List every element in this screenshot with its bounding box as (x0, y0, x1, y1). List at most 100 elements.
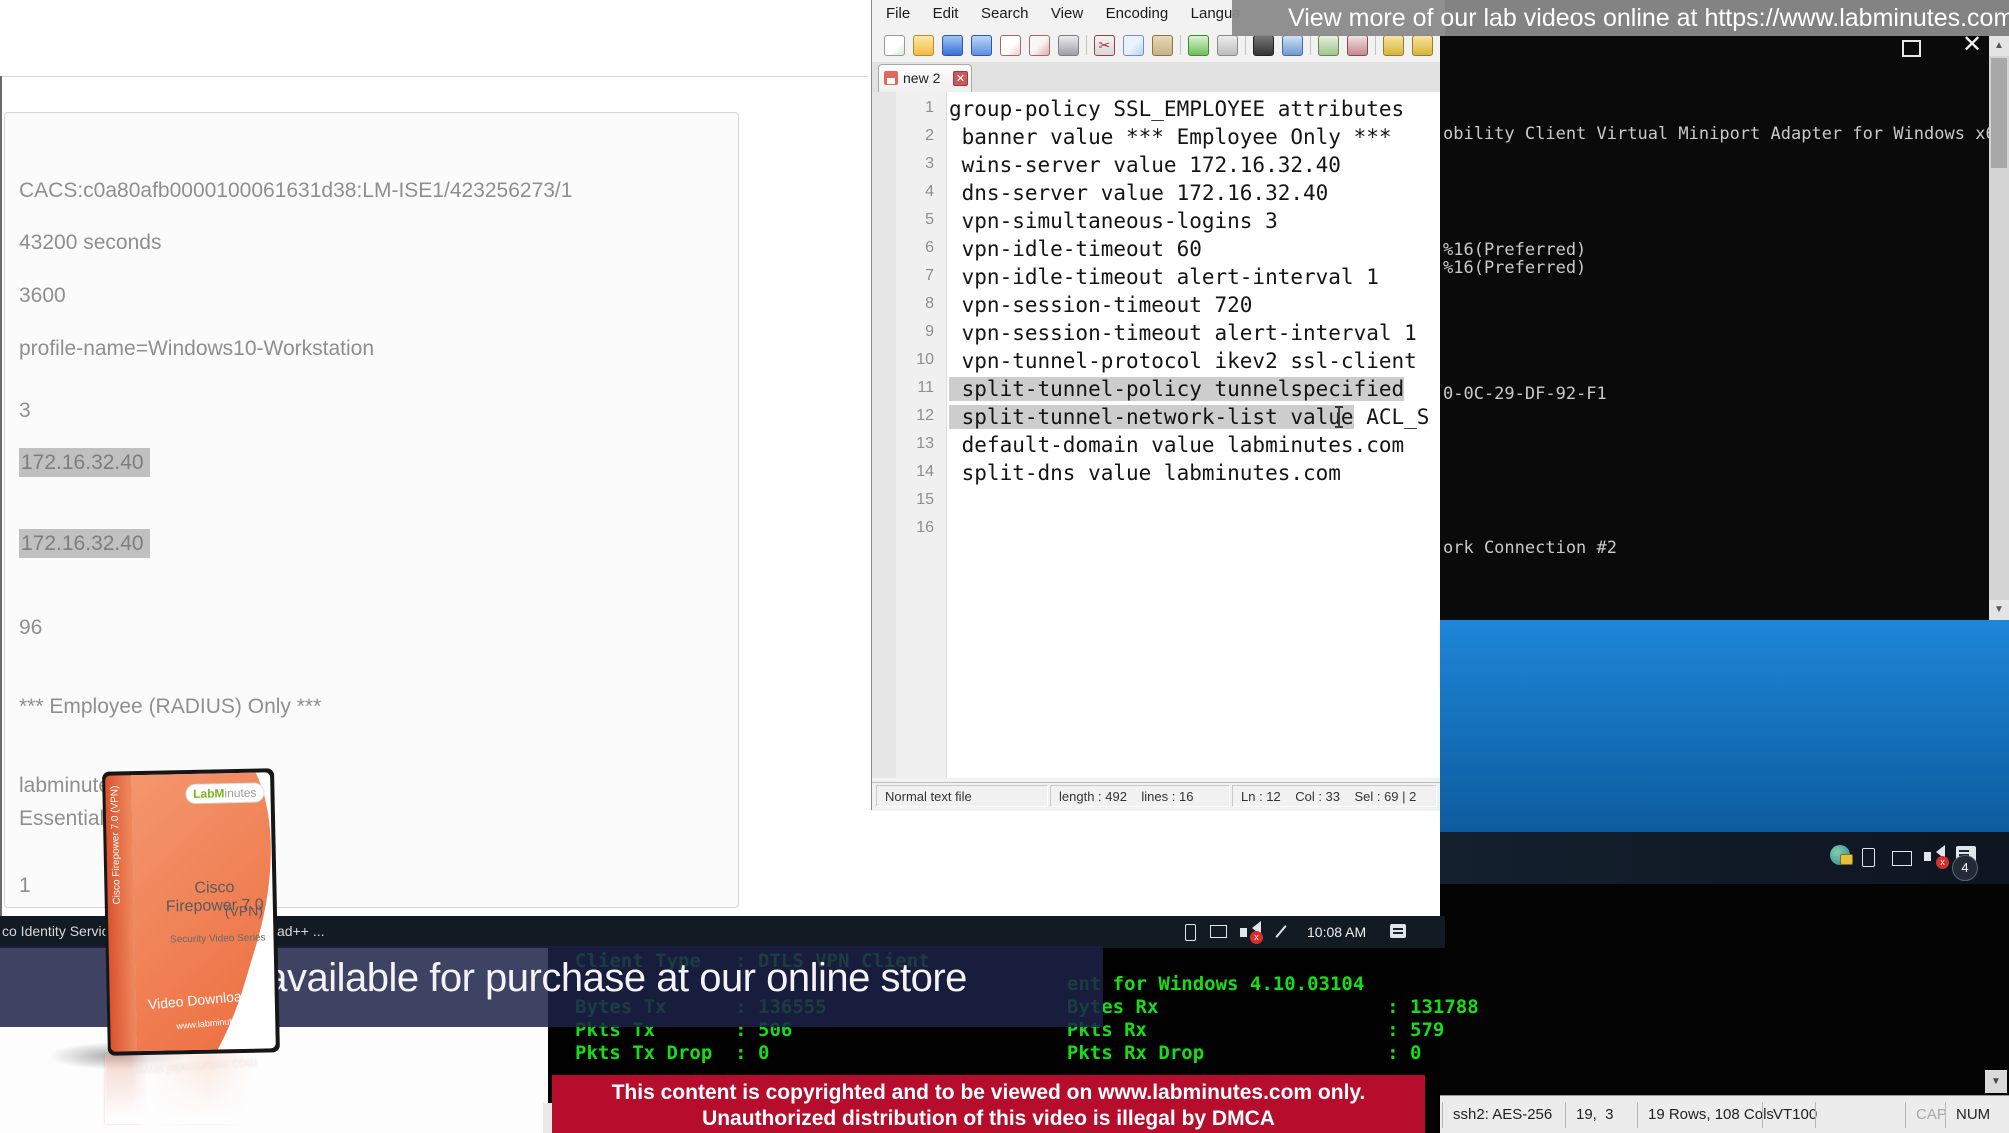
dmca-line1: This content is copyrighted and to be vi… (552, 1081, 1425, 1105)
code-line: 6 vpn-idle-timeout 60 (872, 236, 1441, 264)
dvd-front-cover: LabMinutes Cisco Firepower 7.0 (VPN) Sec… (131, 772, 276, 1051)
print-icon[interactable] (1058, 35, 1079, 56)
dvd-box: Cisco Firepower 7.0 (VPN) LabMinutes Cis… (102, 768, 280, 1060)
close-all-icon[interactable] (1029, 35, 1050, 56)
screen: CACS:c0a80afb0000100061631d38:LM-ISE1/42… (0, 0, 2009, 1133)
statusbar: Normal text file length : 492 lines : 16… (872, 782, 1441, 811)
tab-close-icon[interactable]: ✕ (953, 71, 968, 86)
save-icon[interactable] (942, 35, 963, 56)
undo-icon[interactable] (1188, 35, 1209, 56)
status-position: Ln : 12 Col : 33 Sel : 69 | 2 (1232, 785, 1437, 807)
code-line: 2 banner value *** Employee Only *** (872, 124, 1441, 152)
copy-icon[interactable] (1123, 35, 1144, 56)
securecrt-statusbar: ssh2: AES-256 19, 3 19 Rows, 108 Cols VT… (1440, 1095, 2009, 1133)
tab-label: new 2 (903, 70, 940, 86)
status-doctype: Normal text file (876, 785, 1048, 807)
pen-input-icon[interactable] (1280, 924, 1282, 939)
cmd-conn-line: ork Connection #2 (1443, 538, 1617, 558)
ise-banner-value: *** Employee (RADIUS) Only *** (19, 695, 321, 719)
cut-icon[interactable]: ✂ (1094, 35, 1115, 56)
taskbar-item-notepadpp[interactable]: ad++ ... (277, 923, 324, 939)
promo-top-text: View more of our lab videos online at ht… (1288, 4, 2009, 33)
new-file-icon[interactable] (884, 35, 905, 56)
ise-wins-server: 172.16.32.40 (19, 451, 150, 475)
maximize-icon[interactable] (1902, 40, 1921, 57)
status-num: NUM (1945, 1102, 1991, 1128)
zoom-in-icon[interactable] (1318, 35, 1339, 56)
scroll-thumb[interactable] (1991, 58, 2007, 168)
reflection-fade (105, 1054, 277, 1124)
usb-icon[interactable] (1185, 924, 1196, 941)
ise-value: 96 (19, 616, 42, 640)
menu-file[interactable]: File (877, 0, 919, 22)
taskbar-item-ise[interactable]: co Identity Servic (2, 923, 109, 939)
menu-encoding[interactable]: Encoding (1097, 0, 1178, 22)
scroll-up-icon[interactable]: ▲ (1989, 36, 2009, 56)
macro-play-icon[interactable] (1412, 35, 1433, 56)
ise-value: 3600 (19, 284, 66, 308)
cmd-mac-line: 0-0C-29-DF-92-F1 (1443, 384, 1607, 404)
vpn-globe-icon[interactable] (1830, 845, 1850, 865)
menu-search[interactable]: Search (972, 0, 1038, 22)
ise-timeout: 43200 seconds (19, 231, 161, 255)
find-icon[interactable] (1253, 35, 1274, 56)
menu-view[interactable]: View (1042, 0, 1092, 22)
cmd-ip-line: %16(Preferred) (1443, 258, 1586, 278)
macro-record-icon[interactable] (1383, 35, 1404, 56)
code-line: 5 vpn-simultaneous-logins 3 (872, 208, 1441, 236)
status-blank (1815, 1102, 1916, 1128)
paste-icon[interactable] (1152, 35, 1173, 56)
action-center-icon[interactable] (1390, 924, 1406, 938)
code-line-selected: 12 split-tunnel-network-list value ACL_S (872, 404, 1441, 432)
clock[interactable]: 10:08 AM (1307, 924, 1366, 940)
network-icon[interactable] (1892, 850, 1912, 866)
tab-new-2[interactable]: new 2 ✕ (878, 64, 972, 92)
scroll-down-icon[interactable]: ▼ (1985, 1070, 2007, 1093)
status-length: length : 492 lines : 16 (1050, 785, 1230, 807)
scrollbar[interactable]: ▲ ▼ (1989, 36, 2009, 620)
code-line: 9 vpn-session-timeout alert-interval 1 (872, 320, 1441, 348)
save-all-icon[interactable] (971, 35, 992, 56)
replace-icon[interactable] (1282, 35, 1303, 56)
dvd-series: Security Video Series (170, 932, 266, 945)
menu-edit[interactable]: Edit (924, 0, 968, 22)
scroll-down-icon[interactable]: ▼ (1989, 600, 2009, 620)
unsaved-floppy-icon (884, 71, 898, 85)
page-background (543, 1103, 552, 1133)
code-line: 15 (872, 488, 1441, 516)
code-line: 13 default-domain value labminutes.com (872, 432, 1441, 460)
code-line: 7 vpn-idle-timeout alert-interval 1 (872, 264, 1441, 292)
code-line: 1group-policy SSL_EMPLOYEE attributes (872, 96, 1441, 124)
usb-icon[interactable] (1862, 848, 1875, 867)
code-line: 4 dns-server value 172.16.32.40 (872, 180, 1441, 208)
muted-speaker-icon[interactable]: x (1240, 924, 1247, 937)
muted-speaker-icon[interactable]: x (1924, 848, 1931, 861)
vpn-stat-drops: Pkts Tx Drop : 0 Pkts Rx Drop : 0 (575, 1042, 1421, 1064)
code-line-selected: 11 split-tunnel-policy tunnelspecified (872, 376, 1441, 404)
text-editor[interactable]: 1group-policy SSL_EMPLOYEE attributes 2 … (872, 92, 1441, 778)
ise-session-id: CACS:c0a80afb0000100061631d38:LM-ISE1/42… (19, 179, 572, 203)
text-cursor-pointer (1338, 406, 1340, 428)
menubar: File Edit Search View Encoding Language … (872, 0, 1239, 30)
divider (0, 76, 868, 77)
ise-value: 3 (19, 399, 31, 423)
labminutes-logo: LabMinutes (185, 782, 265, 804)
cmd-ip-line: %16(Preferred) (1443, 240, 1586, 260)
status-termsize: 19 Rows, 108 Cols (1637, 1102, 1773, 1128)
code-line: 16 (872, 516, 1441, 544)
redo-icon[interactable] (1217, 35, 1238, 56)
status-cipher: ssh2: AES-256 (1442, 1102, 1576, 1128)
open-file-icon[interactable] (913, 35, 934, 56)
display-icon[interactable] (1210, 924, 1227, 938)
ise-value: 1 (19, 874, 31, 898)
cmd-window[interactable]: obility Client Virtual Miniport Adapter … (1440, 36, 2009, 620)
code-line: 3 wins-server value 172.16.32.40 (872, 152, 1441, 180)
zoom-out-icon[interactable] (1347, 35, 1368, 56)
code-line: 10 vpn-tunnel-protocol ikev2 ssl-client (872, 348, 1441, 376)
cmd-adapter-line: obility Client Virtual Miniport Adapter … (1443, 124, 2006, 144)
promo-top-banner: View more of our lab videos online at ht… (1232, 0, 2009, 36)
close-file-icon[interactable] (1000, 35, 1021, 56)
menu-language[interactable]: Language (1182, 0, 1239, 22)
code-line: 8 vpn-session-timeout 720 (872, 292, 1441, 320)
dmca-line2: Unauthorized distribution of this video … (552, 1107, 1425, 1131)
